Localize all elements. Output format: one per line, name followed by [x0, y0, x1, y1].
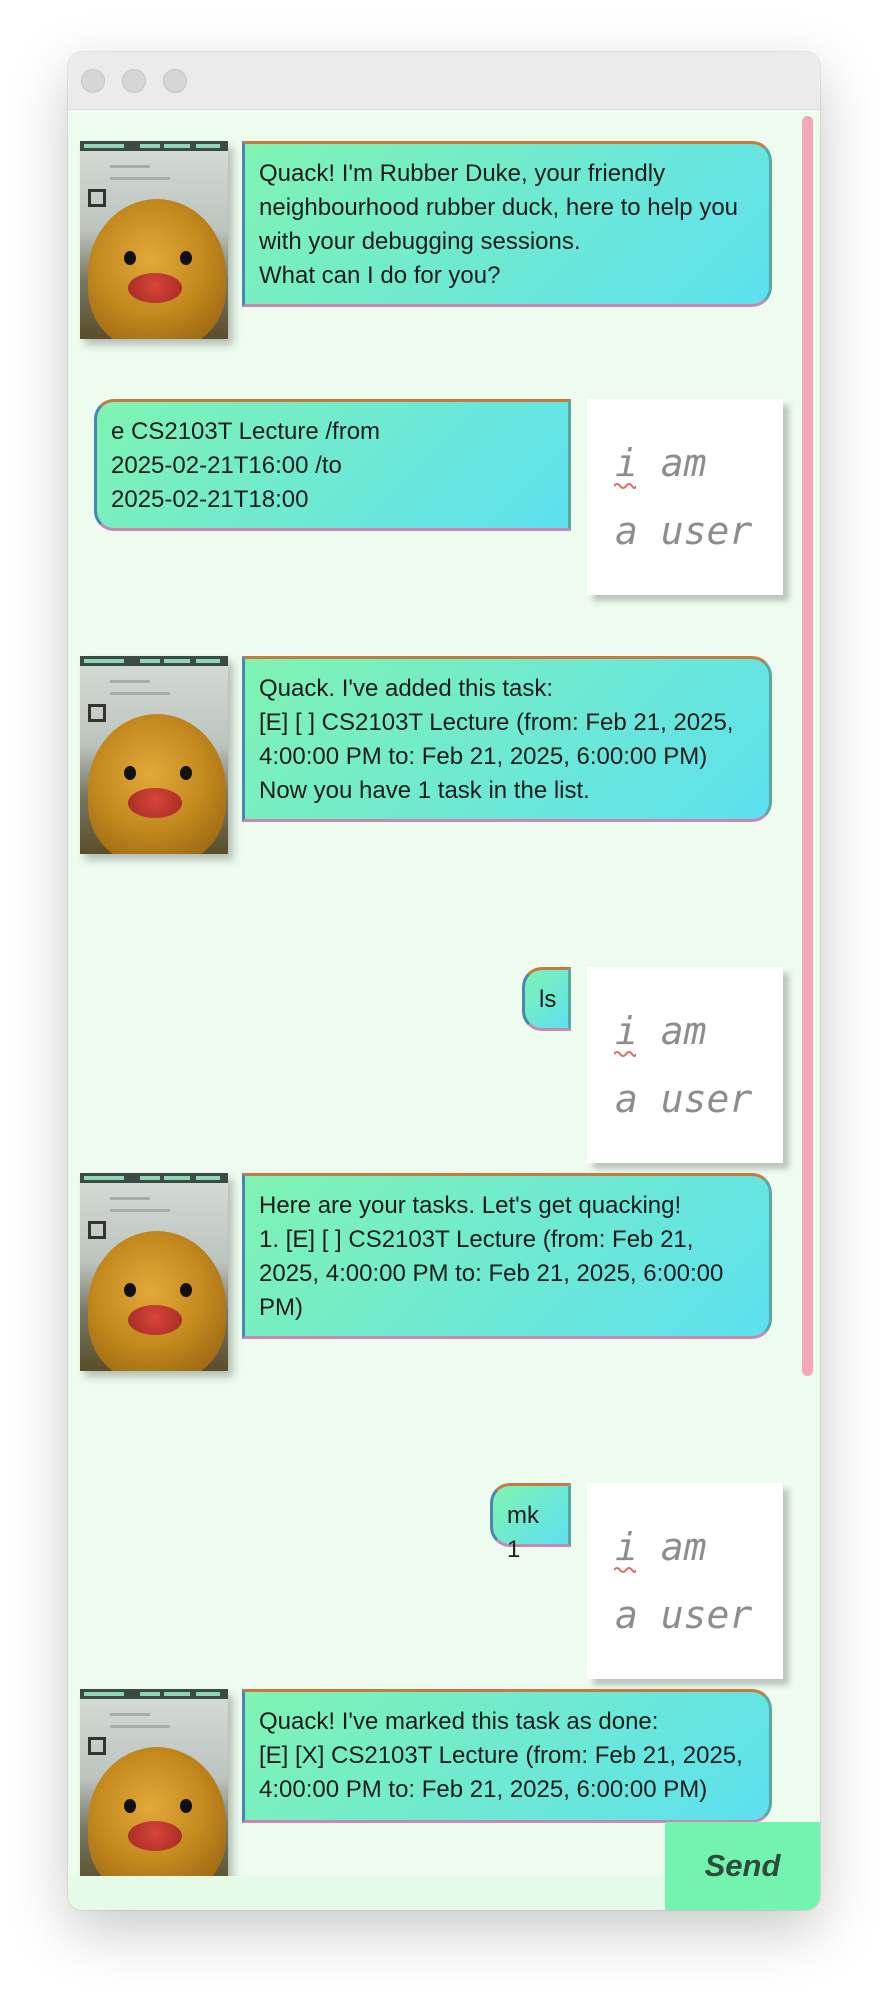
duke-message-bubble: Quack! I've marked this task as done: [E… [242, 1689, 772, 1823]
rubber-duck-avatar [80, 1689, 228, 1876]
user-avatar: i am a user [587, 399, 783, 595]
duke-message-bubble: Here are your tasks. Let's get quacking!… [242, 1173, 772, 1339]
minimize-button[interactable] [122, 69, 146, 93]
rubber-duck-avatar [80, 1173, 228, 1371]
user-avatar-label: a user [615, 1077, 753, 1121]
user-input-field[interactable] [68, 1876, 669, 1910]
rubber-duck-avatar [80, 656, 228, 854]
scrollbar-thumb[interactable] [802, 116, 813, 1376]
user-avatar: i am a user [587, 967, 783, 1163]
rubber-duck-avatar [80, 141, 228, 339]
duke-message-bubble: Quack. I've added this task: [E] [ ] CS2… [242, 656, 772, 822]
spellcheck-squiggle-icon [614, 1567, 636, 1573]
chat-window: Quack! I'm Rubber Duke, your friendly ne… [68, 52, 820, 1910]
spellcheck-squiggle-icon [614, 1051, 636, 1057]
duke-message-bubble: Quack! I'm Rubber Duke, your friendly ne… [242, 141, 772, 307]
user-avatar-label: a user [615, 1593, 753, 1637]
user-avatar-label: a user [615, 509, 753, 553]
close-button[interactable] [81, 69, 105, 93]
send-button[interactable]: Send [665, 1822, 820, 1910]
zoom-button[interactable] [163, 69, 187, 93]
title-bar [68, 52, 820, 110]
user-message-bubble: e CS2103T Lecture /from 2025-02-21T16:00… [94, 399, 571, 531]
dialog-scroll-pane[interactable]: Quack! I'm Rubber Duke, your friendly ne… [68, 110, 820, 1876]
spellcheck-squiggle-icon [614, 483, 636, 489]
user-avatar: i am a user [587, 1483, 783, 1679]
user-message-bubble: mk 1 [490, 1483, 571, 1563]
user-message-bubble: ls [522, 967, 571, 1031]
